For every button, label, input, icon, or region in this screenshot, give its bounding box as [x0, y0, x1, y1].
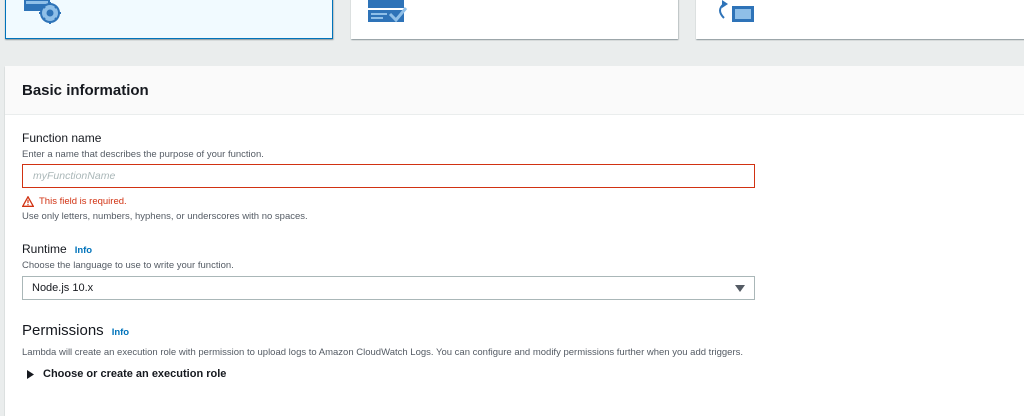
permissions-title: Permissions [22, 322, 104, 339]
execution-role-expander-label: Choose or create an execution role [43, 368, 227, 380]
permissions-info-link[interactable]: Info [112, 327, 129, 338]
function-name-error: This field is required. [22, 196, 127, 207]
option-card-serverless-repo[interactable] [696, 0, 1024, 39]
option-card-blueprints[interactable] [351, 0, 678, 39]
runtime-info-link[interactable]: Info [75, 245, 92, 256]
basic-information-panel: Basic information Function name Enter a … [5, 66, 1024, 416]
caret-right-icon [27, 369, 34, 379]
option-card-author-from-scratch[interactable] [5, 0, 333, 39]
permissions-description: Lambda will create an execution role wit… [22, 347, 743, 358]
execution-role-expander[interactable]: Choose or create an execution role [27, 368, 226, 380]
runtime-label: Runtime Info [22, 242, 92, 256]
permissions-heading: Permissions Info [22, 322, 129, 339]
panel-title: Basic information [22, 82, 149, 99]
function-name-hint: Use only letters, numbers, hyphens, or u… [22, 211, 308, 222]
browse-repository-icon [719, 0, 754, 22]
gear-window-icon [24, 0, 61, 24]
panel-header: Basic information [5, 66, 1024, 115]
runtime-selected-value: Node.js 10.x [32, 282, 94, 294]
caret-down-icon [735, 285, 745, 292]
runtime-select[interactable]: Node.js 10.x [22, 276, 755, 300]
runtime-description: Choose the language to use to write your… [22, 260, 234, 271]
blueprint-check-icon [368, 0, 408, 23]
function-name-label: Function name [22, 131, 102, 145]
runtime-label-text: Runtime [22, 242, 67, 256]
function-name-input[interactable] [22, 164, 755, 188]
function-name-description: Enter a name that describes the purpose … [22, 149, 264, 160]
error-text: This field is required. [39, 196, 127, 207]
warning-icon [22, 196, 34, 207]
